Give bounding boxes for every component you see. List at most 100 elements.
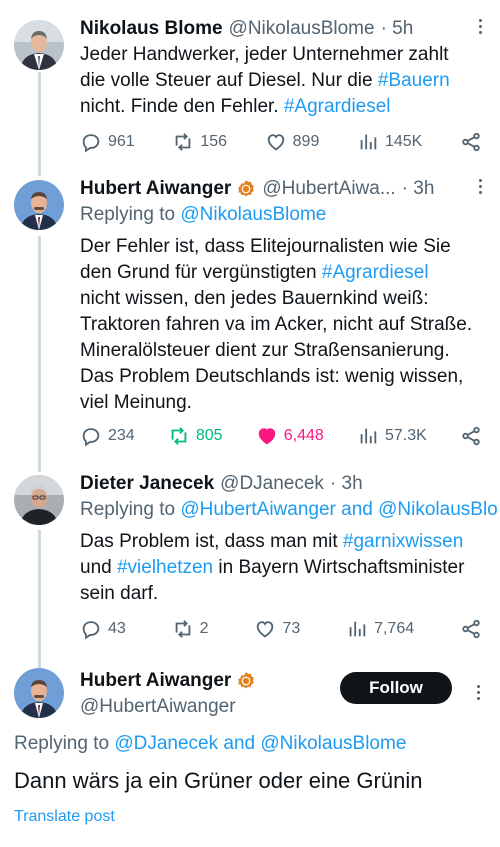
reply-count: 43 bbox=[108, 620, 126, 637]
like-button[interactable]: 899 bbox=[265, 131, 319, 153]
avatar[interactable] bbox=[14, 180, 64, 230]
share-icon bbox=[462, 619, 480, 639]
avatar[interactable] bbox=[14, 668, 64, 718]
repost-icon bbox=[175, 133, 191, 151]
tweet-text-line: nicht. Finde den Fehler. #Agrardiesel bbox=[80, 94, 488, 120]
replying-prefix: Replying to bbox=[80, 499, 181, 520]
like-button[interactable]: 6,448 bbox=[256, 425, 324, 447]
tweet-text: Dann wärs ja ein Grüner oder eine Grünin bbox=[14, 768, 423, 793]
replying-to-link[interactable]: @NikolausBlome bbox=[180, 204, 326, 225]
reply-icon bbox=[82, 621, 100, 640]
hashtag-link[interactable]: #Agrardiesel bbox=[322, 262, 429, 283]
more-icon[interactable] bbox=[479, 176, 482, 197]
like-icon bbox=[267, 134, 284, 151]
text-segment: den Grund für vergünstigten bbox=[80, 262, 322, 283]
views-button[interactable]: 145K bbox=[357, 131, 422, 153]
like-icon bbox=[258, 428, 276, 445]
author-name[interactable]: Nikolaus Blome bbox=[80, 16, 223, 42]
author-handle[interactable]: @NikolausBlome bbox=[229, 16, 375, 42]
author-handle[interactable]: @HubertAiwa... bbox=[262, 176, 395, 202]
repost-icon bbox=[171, 427, 187, 445]
tweet-text-line: und #vielhetzen in Bayern Wirtschaftsmin… bbox=[80, 555, 488, 581]
text-segment: nicht. Finde den Fehler. bbox=[80, 96, 284, 117]
share-button[interactable] bbox=[460, 618, 482, 640]
tweet-text-line: Traktoren fahren va im Acker, nicht auf … bbox=[80, 312, 488, 338]
text-segment: Das Problem ist, dass man mit bbox=[80, 531, 343, 552]
reply-icon bbox=[82, 428, 100, 447]
author-name[interactable]: Dieter Janecek bbox=[80, 471, 214, 497]
replying-to: Replying to @NikolausBlome bbox=[80, 202, 488, 228]
views-button[interactable]: 57.3K bbox=[357, 425, 427, 447]
like-count: 6,448 bbox=[283, 427, 324, 444]
replying-to-link[interactable]: @DJanecek and @NikolausBlome bbox=[114, 733, 406, 754]
tweet-text-line: Das Problem Deutschlands ist: wenig wiss… bbox=[80, 364, 488, 390]
repost-button[interactable]: 2 bbox=[172, 618, 209, 640]
avatar[interactable] bbox=[14, 475, 64, 525]
reply-count: 234 bbox=[108, 427, 135, 444]
author-handle[interactable]: @DJanecek bbox=[220, 471, 324, 497]
text-segment: in Bayern Wirtschaftsminister bbox=[213, 557, 465, 578]
author-name[interactable]: Hubert Aiwanger bbox=[80, 668, 231, 694]
translate-post-link[interactable]: Translate post bbox=[14, 808, 115, 826]
timestamp[interactable]: · 3h bbox=[402, 176, 435, 202]
text-segment: und bbox=[80, 557, 117, 578]
share-icon bbox=[462, 426, 480, 446]
views-count: 57.3K bbox=[384, 427, 427, 444]
text-segment: Jeder Handwerker, jeder Unternehmer zahl… bbox=[80, 44, 449, 65]
views-count: 7,764 bbox=[374, 620, 415, 637]
repost-count: 2 bbox=[199, 620, 209, 637]
tweet-text-line: nicht wissen, den jedes Bauernkind weiß: bbox=[80, 286, 488, 312]
reply-button[interactable]: 961 bbox=[80, 131, 135, 153]
author-name[interactable]: Hubert Aiwanger bbox=[80, 176, 231, 202]
views-button[interactable]: 7,764 bbox=[346, 618, 414, 640]
text-segment: die volle Steuer auf Diesel. Nur die bbox=[80, 70, 378, 91]
replying-to: Replying to @HubertAiwanger and @Nikolau… bbox=[80, 497, 500, 523]
text-segment: sein darf. bbox=[80, 583, 159, 604]
more-icon[interactable] bbox=[479, 16, 482, 37]
reply-button[interactable]: 234 bbox=[80, 425, 135, 447]
like-button[interactable]: 73 bbox=[254, 618, 300, 640]
tweet-text-line: Jeder Handwerker, jeder Unternehmer zahl… bbox=[80, 42, 488, 68]
share-icon bbox=[462, 132, 480, 152]
tweet-text-line: Das Problem ist, dass man mit #garnixwis… bbox=[80, 529, 488, 555]
replying-prefix: Replying to bbox=[80, 204, 181, 225]
replying-to-link[interactable]: @HubertAiwanger and @NikolausBlo bbox=[180, 499, 497, 520]
text-segment: Mineralölsteuer dient zur Straßensanieru… bbox=[80, 340, 450, 361]
tweet[interactable]: Hubert Aiwanger @HubertAiwa... · 3h Repl… bbox=[0, 170, 500, 465]
tweet[interactable]: Nikolaus Blome @NikolausBlome · 5h Jeder… bbox=[0, 0, 500, 170]
tweet[interactable]: Dieter Janecek @DJanecek · 3h Replying t… bbox=[0, 465, 500, 660]
verified-badge-icon bbox=[238, 180, 255, 197]
more-icon[interactable] bbox=[477, 682, 480, 703]
timestamp[interactable]: · 3h bbox=[330, 471, 363, 497]
replying-prefix: Replying to bbox=[14, 733, 115, 754]
tweet-text-line: Mineralölsteuer dient zur Straßensanieru… bbox=[80, 338, 488, 364]
hashtag-link[interactable]: #Agrardiesel bbox=[284, 96, 391, 117]
repost-count: 156 bbox=[200, 133, 228, 150]
reply-icon bbox=[82, 134, 100, 153]
timestamp[interactable]: · 5h bbox=[381, 16, 414, 42]
verified-badge-icon bbox=[238, 672, 255, 689]
hashtag-link[interactable]: #Bauern bbox=[378, 70, 450, 91]
follow-button[interactable]: Follow bbox=[340, 672, 452, 704]
repost-count: 805 bbox=[195, 427, 223, 444]
tweet-text: Der Fehler ist, dass Elitejournalisten w… bbox=[80, 234, 488, 416]
tweet-text: Jeder Handwerker, jeder Unternehmer zahl… bbox=[80, 42, 488, 120]
reply-button[interactable]: 43 bbox=[80, 618, 126, 640]
like-icon bbox=[257, 621, 274, 638]
hashtag-link[interactable]: #garnixwissen bbox=[343, 531, 463, 552]
hashtag-link[interactable]: #vielhetzen bbox=[117, 557, 213, 578]
views-icon bbox=[349, 621, 366, 637]
repost-button[interactable]: 805 bbox=[168, 425, 223, 447]
repost-button[interactable]: 156 bbox=[172, 131, 227, 153]
share-button[interactable] bbox=[460, 425, 482, 447]
tweet-text-line: sein darf. bbox=[80, 581, 488, 607]
avatar[interactable] bbox=[14, 20, 64, 70]
views-count: 145K bbox=[384, 133, 423, 150]
text-segment: nicht wissen, den jedes Bauernkind weiß: bbox=[80, 288, 429, 309]
text-segment: Das Problem Deutschlands ist: wenig wiss… bbox=[80, 366, 464, 387]
replying-to: Replying to @DJanecek and @NikolausBlome bbox=[14, 733, 406, 755]
share-button[interactable] bbox=[460, 131, 482, 153]
repost-icon bbox=[175, 620, 190, 638]
like-count: 73 bbox=[282, 620, 301, 637]
author-handle[interactable]: @HubertAiwanger bbox=[80, 694, 236, 720]
